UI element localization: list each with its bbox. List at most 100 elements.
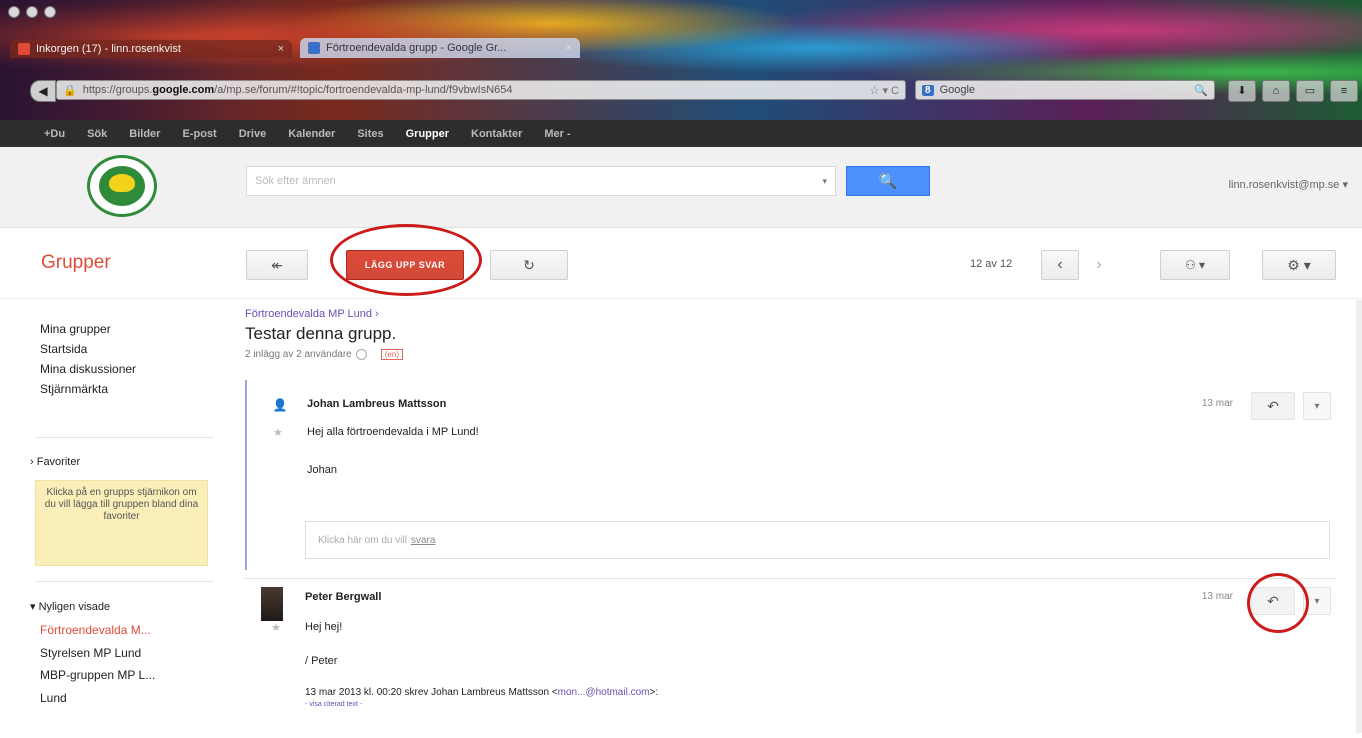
url-path: /a/mp.se/forum/#!topic/fortroendevalda-m… bbox=[214, 84, 513, 96]
sidebar-item-my-discussions[interactable]: Mina diskussioner bbox=[40, 362, 136, 376]
tab-label: Inkorgen (17) - linn.rosenkvist bbox=[36, 43, 181, 55]
expand-icon[interactable] bbox=[355, 349, 367, 360]
groups-header: Sök efter ämnen ▾ 🔍 linn.rosenkvist@mp.s… bbox=[0, 147, 1362, 228]
url-prefix: https://groups. bbox=[82, 84, 153, 96]
star-icon[interactable]: ★ bbox=[271, 621, 281, 634]
post-item: Peter Bergwall ★ Hej hej! / Peter 13 mar… bbox=[245, 573, 1337, 738]
gbar-item-groups[interactable]: Grupper bbox=[406, 128, 449, 140]
browser-search-box[interactable]: 8 Google 🔍 bbox=[915, 80, 1215, 100]
sidebar-recent-item[interactable]: MBP-gruppen MP L... bbox=[40, 668, 155, 682]
browser-back-button[interactable]: ◀ bbox=[30, 80, 56, 102]
reply-link[interactable]: svara bbox=[411, 535, 435, 546]
page-title: Testar denna grupp. bbox=[245, 324, 397, 343]
thread-toolbar: Grupper ↞ LÄGG UPP SVAR ↻ 12 av 12 ‹ › ⚇… bbox=[0, 224, 1362, 299]
post-body-line: Johan bbox=[307, 464, 337, 476]
breadcrumb[interactable]: Förtroendevalda MP Lund › bbox=[245, 308, 379, 320]
browser-tab-groups[interactable]: Förtroendevalda grupp - Google Gr... × bbox=[300, 38, 580, 58]
gbar-item-calendar[interactable]: Kalender bbox=[288, 128, 335, 140]
quote-suffix: >: bbox=[649, 687, 659, 698]
gbar-item-images[interactable]: Bilder bbox=[129, 128, 160, 140]
quick-reply-box[interactable]: Klicka här om du vill svara bbox=[305, 521, 1330, 559]
maximize-window-button[interactable] bbox=[44, 6, 56, 18]
magnifier-icon[interactable]: 🔍 bbox=[1194, 84, 1208, 97]
reply-button[interactable]: ↶ bbox=[1251, 392, 1295, 420]
sidebar-item-starred[interactable]: Stjärnmärkta bbox=[40, 382, 108, 396]
refresh-button[interactable]: ↻ bbox=[490, 250, 568, 280]
quote-email[interactable]: mon...@hotmail.com bbox=[558, 687, 650, 698]
search-engine-label: Google bbox=[939, 84, 976, 96]
gbar-item-contacts[interactable]: Kontakter bbox=[471, 128, 522, 140]
members-menu-button[interactable]: ⚇ ▾ bbox=[1160, 250, 1230, 280]
thread-meta: 2 inlägg av 2 användare (en) bbox=[245, 349, 403, 360]
home-icon[interactable]: ⌂ bbox=[1262, 80, 1290, 102]
recent-heading[interactable]: ▾ Nyligen visade bbox=[30, 600, 110, 613]
settings-menu-button[interactable]: ⚙ ▾ bbox=[1262, 250, 1336, 280]
post-date: 13 mar bbox=[1201, 591, 1233, 602]
gbar-item-more[interactable]: Mer - bbox=[544, 128, 570, 140]
favorites-heading[interactable]: › Favoriter bbox=[30, 456, 80, 468]
post-body-line: Hej hej! bbox=[305, 621, 343, 633]
post-item: 👤 Johan Lambreus Mattsson ★ Hej alla för… bbox=[245, 380, 1337, 570]
leaf-logo-shape bbox=[99, 166, 145, 206]
browser-toolbar-icons: ⬇ ⌂ ▭ ≡ bbox=[1228, 80, 1358, 102]
gbar-item-search[interactable]: Sök bbox=[87, 128, 107, 140]
gbar-item-sites[interactable]: Sites bbox=[357, 128, 383, 140]
star-icon[interactable]: ★ bbox=[273, 426, 283, 439]
topic-search-input[interactable]: Sök efter ämnen ▾ bbox=[246, 166, 836, 196]
account-menu[interactable]: linn.rosenkvist@mp.se ▾ bbox=[1229, 178, 1348, 191]
post-body-line: / Peter bbox=[305, 655, 338, 667]
sidebar-recent-item[interactable]: Styrelsen MP Lund bbox=[40, 646, 141, 660]
lock-icon: 🔒 bbox=[63, 84, 77, 97]
app-title[interactable]: Grupper bbox=[41, 252, 111, 274]
dandelion-logo-shape bbox=[109, 174, 135, 192]
close-window-button[interactable] bbox=[8, 6, 20, 18]
avatar[interactable] bbox=[261, 587, 283, 621]
url-host: google.com bbox=[152, 84, 215, 96]
browser-tab-inbox[interactable]: Inkorgen (17) - linn.rosenkvist × bbox=[10, 40, 292, 58]
red-annotation-circle bbox=[330, 224, 482, 296]
gbar-item-drive[interactable]: Drive bbox=[239, 128, 267, 140]
tab-label: Förtroendevalda grupp - Google Gr... bbox=[326, 42, 507, 54]
previous-topic-button[interactable]: ‹ bbox=[1041, 250, 1079, 280]
post-author[interactable]: Peter Bergwall bbox=[305, 591, 381, 603]
sidebar-item-my-groups[interactable]: Mina grupper bbox=[40, 322, 111, 336]
person-icon: 👤 bbox=[272, 398, 288, 412]
show-quoted-text-link[interactable]: - visa citerad text - bbox=[305, 701, 362, 708]
close-tab-icon[interactable]: × bbox=[278, 43, 284, 55]
download-icon[interactable]: ⬇ bbox=[1228, 80, 1256, 102]
post-author[interactable]: Johan Lambreus Mattsson bbox=[307, 398, 446, 410]
google-groups-icon bbox=[308, 42, 320, 54]
thread-view: Förtroendevalda MP Lund › Testar denna g… bbox=[231, 300, 1362, 733]
menu-icon[interactable]: ≡ bbox=[1330, 80, 1358, 102]
chevron-down-icon[interactable]: ▾ bbox=[822, 176, 827, 187]
sidebar: Mina grupper Startsida Mina diskussioner… bbox=[0, 300, 230, 733]
reply-prompt: Klicka här om du vill bbox=[318, 534, 407, 546]
gbar-item-plus[interactable]: +Du bbox=[44, 128, 65, 140]
quote-prefix: 13 mar 2013 kl. 00:20 skrev Johan Lambre… bbox=[305, 687, 558, 698]
scrollbar[interactable] bbox=[1356, 300, 1362, 733]
close-tab-icon[interactable]: × bbox=[566, 42, 572, 54]
search-engine-icon[interactable]: 8 bbox=[922, 84, 934, 96]
url-actions[interactable]: ☆ ▾ C bbox=[870, 84, 899, 97]
gmail-icon bbox=[18, 43, 30, 55]
search-button[interactable]: 🔍 bbox=[846, 166, 930, 196]
post-body-line: Hej alla förtroendevalda i MP Lund! bbox=[307, 426, 479, 438]
sidebar-recent-item[interactable]: Lund bbox=[40, 691, 67, 705]
next-topic-button[interactable]: › bbox=[1080, 250, 1118, 280]
party-logo[interactable] bbox=[87, 155, 157, 217]
topic-counter: 12 av 12 bbox=[970, 258, 1013, 270]
back-to-topics-button[interactable]: ↞ bbox=[246, 250, 308, 280]
sidebar-recent-item[interactable]: Förtroendevalda M... bbox=[40, 623, 151, 637]
more-actions-button[interactable]: ▾ bbox=[1303, 392, 1331, 420]
minimize-window-button[interactable] bbox=[26, 6, 38, 18]
bookmarks-icon[interactable]: ▭ bbox=[1296, 80, 1324, 102]
sidebar-divider bbox=[36, 437, 214, 438]
search-placeholder: Sök efter ämnen bbox=[255, 175, 336, 187]
sidebar-item-home[interactable]: Startsida bbox=[40, 342, 87, 356]
quoted-header: 13 mar 2013 kl. 00:20 skrev Johan Lambre… bbox=[305, 687, 658, 698]
window-controls bbox=[8, 6, 56, 18]
red-annotation-circle bbox=[1247, 573, 1309, 633]
post-count: 2 inlägg av 2 användare bbox=[245, 349, 352, 360]
gbar-item-mail[interactable]: E-post bbox=[182, 128, 216, 140]
address-bar[interactable]: 🔒 https://groups.google.com/a/mp.se/foru… bbox=[56, 80, 906, 100]
